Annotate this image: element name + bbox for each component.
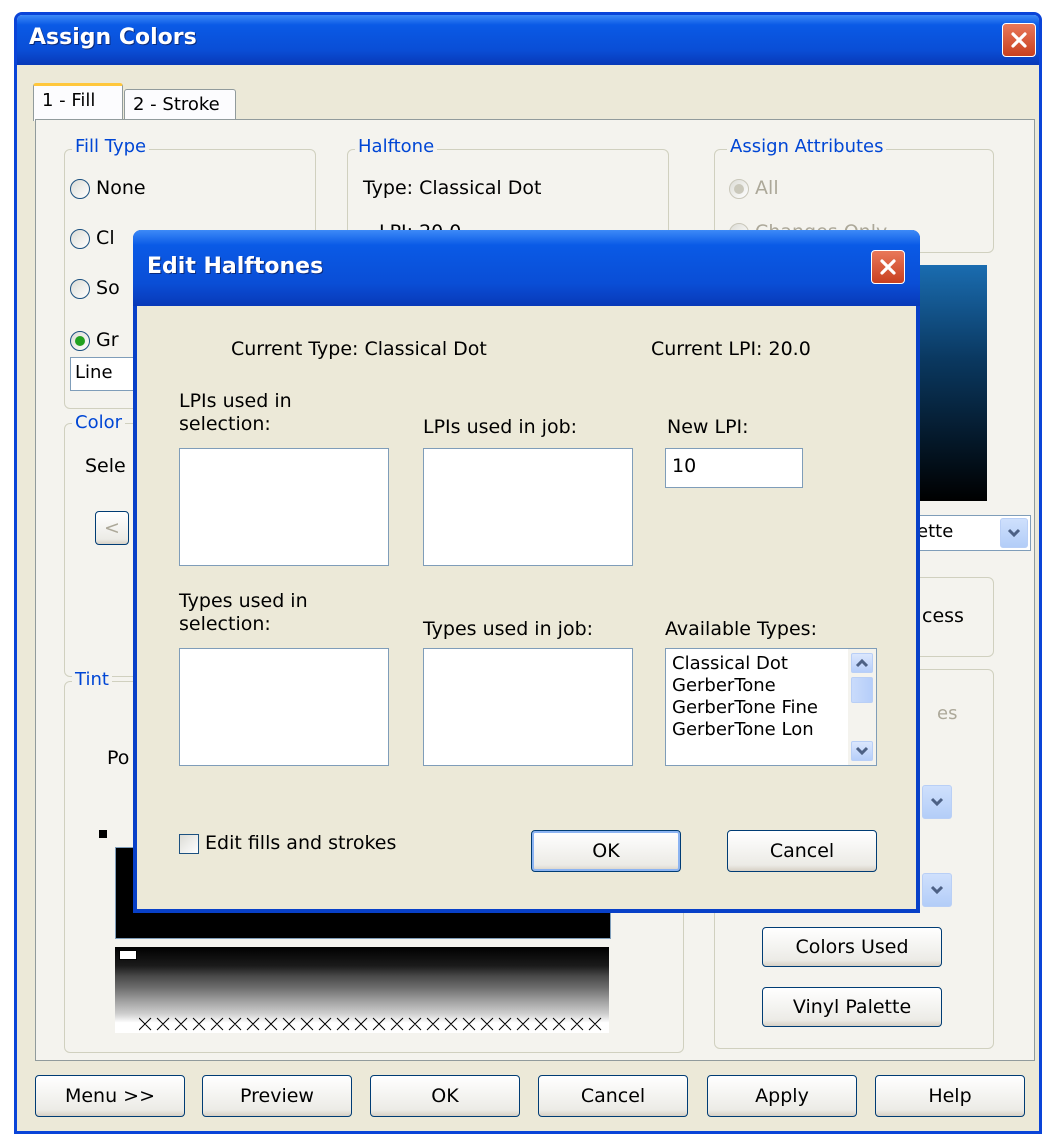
preview-button-label: Preview: [240, 1085, 314, 1107]
palette-dropdown-arrow[interactable]: [1000, 518, 1028, 548]
lpis-selection-label: LPIs used in selection:: [179, 390, 292, 435]
vinyl-group-partial-legend: es: [937, 703, 958, 724]
list-item[interactable]: GerberTone: [672, 675, 848, 697]
radio-all-indicator[interactable]: [729, 178, 749, 199]
edit-fills-checkbox-label: Edit fills and strokes: [205, 832, 397, 854]
cancel-button[interactable]: Cancel: [538, 1075, 688, 1117]
available-types-scrollbar[interactable]: [848, 649, 876, 765]
radio-solid[interactable]: So: [70, 277, 120, 299]
cancel-button-label: Cancel: [580, 1085, 646, 1107]
radio-gradient[interactable]: Gr: [70, 329, 119, 351]
dialog-title: Edit Halftones: [147, 254, 324, 279]
vinyl-palette-button[interactable]: Vinyl Palette: [762, 987, 942, 1027]
tab-fill[interactable]: 1 - Fill: [33, 83, 123, 121]
window-title: Assign Colors: [29, 25, 197, 50]
vinyl-palette-button-label: Vinyl Palette: [792, 996, 912, 1018]
current-lpi: Current LPI: 20.0: [651, 338, 811, 360]
color-select-label: Sele: [85, 455, 126, 477]
lpis-selection-list[interactable]: [179, 448, 389, 566]
radio-gradient-indicator[interactable]: [70, 330, 90, 351]
window-title-bar[interactable]: Assign Colors: [17, 15, 1039, 65]
edit-halftones-dialog: Edit Halftones Current Type: Classical D…: [133, 230, 920, 913]
available-types-label: Available Types:: [665, 618, 817, 640]
radio-gradient-label: Gr: [96, 329, 119, 351]
scroll-up-button[interactable]: [851, 653, 873, 673]
radio-all-label: All: [755, 177, 779, 199]
lpis-job-label: LPIs used in job:: [423, 416, 578, 438]
dialog-cancel-button-label: Cancel: [769, 840, 835, 862]
dialog-cancel-button[interactable]: Cancel: [727, 830, 877, 872]
radio-solid-label: So: [96, 277, 120, 299]
dialog-close-button[interactable]: [871, 250, 905, 284]
list-item[interactable]: GerberTone Lon: [672, 719, 848, 741]
tint-ramp-marker[interactable]: [119, 950, 137, 960]
process-button-label[interactable]: cess: [922, 605, 964, 628]
tint-marker[interactable]: [99, 830, 107, 838]
menu-button-label: Menu >>: [64, 1085, 156, 1107]
types-job-label: Types used in job:: [423, 618, 594, 640]
radio-clear[interactable]: Cl: [70, 227, 115, 249]
halftone-type: Type: Classical Dot: [363, 177, 542, 199]
new-lpi-input[interactable]: 10: [665, 448, 803, 488]
dialog-title-bar[interactable]: Edit Halftones: [133, 230, 920, 306]
dialog-ok-button-label: OK: [592, 840, 620, 862]
apply-button[interactable]: Apply: [707, 1075, 857, 1117]
tint-legend: Tint: [72, 669, 112, 690]
radio-none-label: None: [96, 177, 146, 199]
radio-none[interactable]: None: [70, 177, 146, 199]
scroll-thumb[interactable]: [851, 677, 873, 703]
ok-button[interactable]: OK: [370, 1075, 520, 1117]
colors-used-button[interactable]: Colors Used: [762, 927, 942, 967]
window-close-button[interactable]: [1002, 23, 1036, 57]
ok-button-label: OK: [431, 1085, 459, 1107]
new-lpi-value: 10: [672, 455, 697, 477]
radio-clear-indicator[interactable]: [70, 228, 90, 249]
tab-fill-label: 1 - Fill: [42, 90, 96, 111]
dialog-ok-button[interactable]: OK: [531, 830, 681, 872]
close-icon: [880, 259, 896, 275]
scroll-left-icon: <: [104, 517, 120, 539]
radio-clear-label: Cl: [96, 227, 115, 249]
fill-type-legend: Fill Type: [72, 136, 150, 157]
colors-used-button-label: Colors Used: [795, 936, 909, 958]
radio-none-indicator[interactable]: [70, 178, 90, 199]
chevron-down-icon: [1007, 528, 1021, 538]
chevron-down-icon: [855, 746, 869, 756]
vinyl-dropdown-2-arrow[interactable]: [922, 873, 952, 907]
preview-button[interactable]: Preview: [202, 1075, 352, 1117]
color-legend: Color: [72, 412, 125, 433]
gradient-type-value: Line: [75, 362, 113, 383]
edit-fills-checkbox-box[interactable]: [179, 834, 199, 854]
vinyl-dropdown-1-arrow[interactable]: [922, 785, 952, 819]
color-scroll-left-button[interactable]: <: [95, 511, 129, 545]
radio-solid-indicator[interactable]: [70, 278, 90, 299]
help-button[interactable]: Help: [875, 1075, 1025, 1117]
types-job-list[interactable]: [423, 648, 633, 766]
chevron-up-icon: [855, 658, 869, 668]
apply-button-label: Apply: [755, 1085, 809, 1107]
list-item[interactable]: Classical Dot: [672, 653, 848, 675]
list-item[interactable]: GerberTone Fine: [672, 697, 848, 719]
halftone-legend: Halftone: [355, 136, 438, 157]
radio-all[interactable]: All: [729, 177, 779, 199]
scroll-down-button[interactable]: [851, 741, 873, 761]
help-button-label: Help: [928, 1085, 972, 1107]
available-types-list[interactable]: Classical Dot GerberTone GerberTone Fine…: [665, 648, 877, 766]
assign-attributes-legend: Assign Attributes: [727, 136, 887, 157]
new-lpi-label: New LPI:: [667, 416, 749, 438]
tab-stroke-label: 2 - Stroke: [133, 94, 220, 115]
types-selection-label: Types used in selection:: [179, 590, 308, 635]
tab-stroke[interactable]: 2 - Stroke: [124, 89, 236, 119]
tint-ramp-crosses: [139, 1017, 602, 1031]
tint-position-label: Po: [107, 747, 130, 769]
current-type: Current Type: Classical Dot: [231, 338, 487, 360]
close-icon: [1011, 32, 1027, 48]
chevron-down-icon: [930, 885, 944, 895]
menu-button[interactable]: Menu >>: [35, 1075, 185, 1117]
types-selection-list[interactable]: [179, 648, 389, 766]
lpis-job-list[interactable]: [423, 448, 633, 566]
chevron-down-icon: [930, 797, 944, 807]
